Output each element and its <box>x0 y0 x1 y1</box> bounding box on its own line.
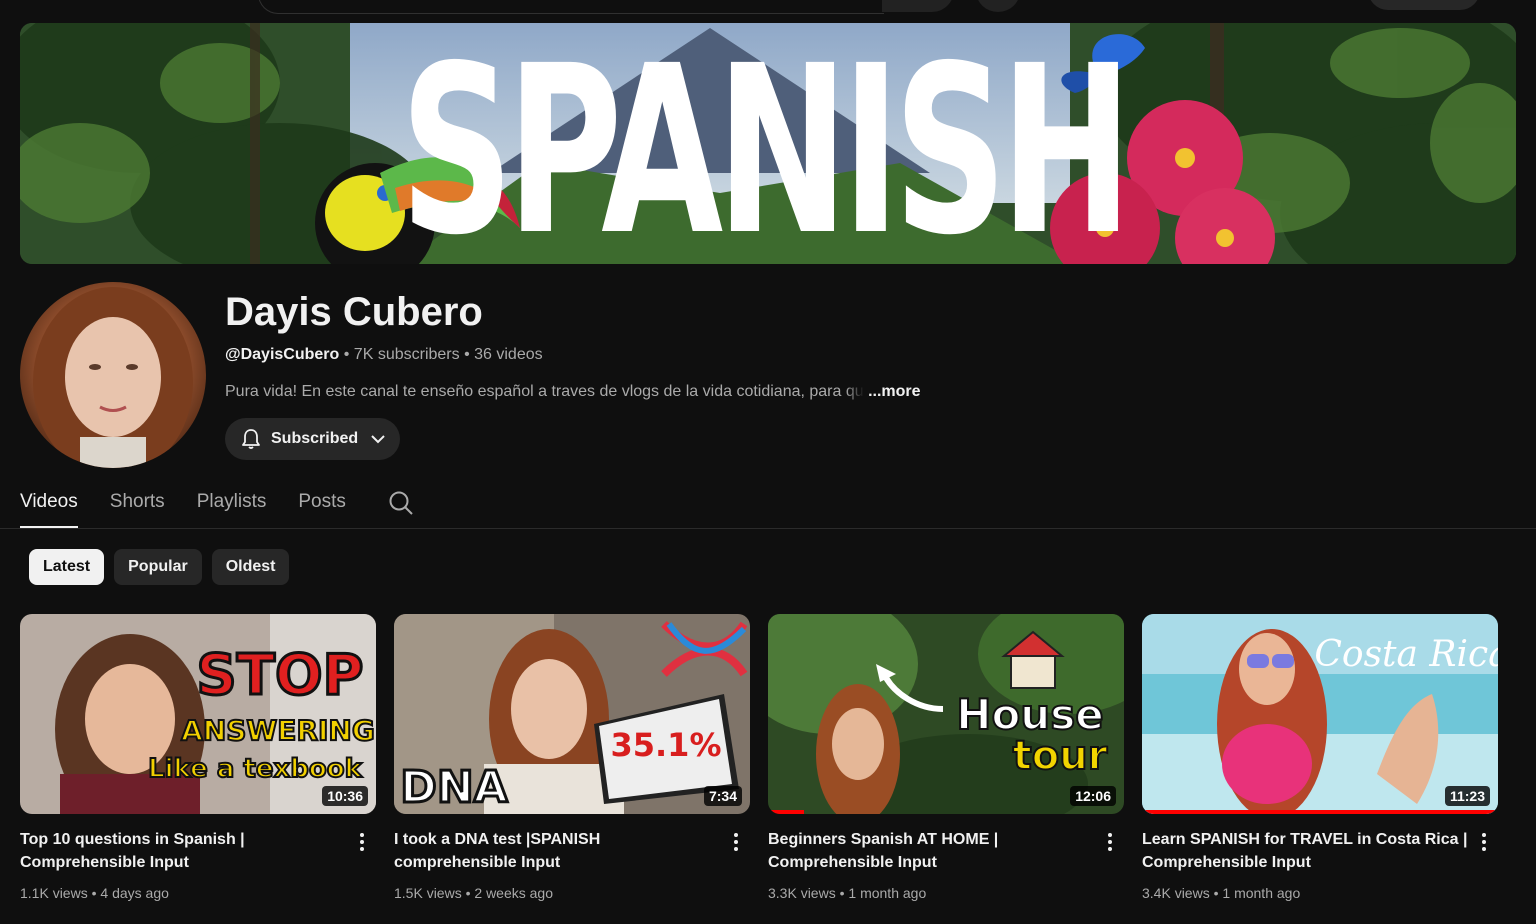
video-duration: 12:06 <box>1070 786 1116 806</box>
video-duration: 11:23 <box>1444 786 1490 806</box>
video-views: 3.4K views <box>1142 885 1210 901</box>
video-thumbnail[interactable]: House tour 12:06 <box>768 614 1124 814</box>
thumb-text-2: 35.1% <box>610 726 721 764</box>
video-count: 36 videos <box>474 346 543 363</box>
video-thumbnail[interactable]: 35.1% DNA 7:34 <box>394 614 750 814</box>
video-age: 1 month ago <box>848 885 927 901</box>
thumbnail-image: Costa Rica <box>1142 614 1498 814</box>
video-views: 3.3K views <box>768 885 836 901</box>
subscribed-label: Subscribed <box>271 430 359 447</box>
thumb-text-1: House <box>956 690 1103 739</box>
thumb-text-1: STOP <box>196 643 363 708</box>
video-stats: 1.5K views • 2 weeks ago <box>394 885 553 901</box>
description-fade: qu <box>845 383 864 400</box>
video-card[interactable]: House tour 12:06 Beginners Spanish AT HO… <box>768 614 1124 901</box>
thumb-text-2: ANSWERING <box>181 714 375 747</box>
thumb-text-3: Like a texbook <box>148 754 363 784</box>
tab-posts[interactable]: Posts <box>298 482 346 522</box>
video-thumbnail[interactable]: Costa Rica 11:23 <box>1142 614 1498 814</box>
create-button[interactable] <box>1368 0 1480 10</box>
thumbnail-image: STOP ANSWERING Like a texbook <box>20 614 376 814</box>
more-link[interactable]: ...more <box>868 383 920 400</box>
chip-latest[interactable]: Latest <box>29 549 105 585</box>
chip-popular[interactable]: Popular <box>114 549 202 585</box>
thumb-text-2: tour <box>1013 733 1108 779</box>
thumb-text-1: DNA <box>400 762 507 813</box>
video-title[interactable]: I took a DNA test |SPANISH comprehensibl… <box>394 828 724 874</box>
video-views: 1.1K views <box>20 885 88 901</box>
thumbnail-image: House tour <box>768 614 1124 814</box>
more-actions-icon[interactable] <box>352 832 372 852</box>
tab-playlists[interactable]: Playlists <box>197 482 267 522</box>
video-age: 2 weeks ago <box>474 885 553 901</box>
video-stats: 3.3K views • 1 month ago <box>768 885 927 901</box>
video-title[interactable]: Learn SPANISH for TRAVEL in Costa Rica |… <box>1142 828 1472 874</box>
video-duration: 10:36 <box>322 786 368 806</box>
video-stats: 3.4K views • 1 month ago <box>1142 885 1301 901</box>
bell-icon <box>242 429 260 449</box>
meta-separator: • <box>459 346 475 363</box>
tabs-divider <box>0 528 1536 529</box>
channel-meta: @DayisCubero • 7K subscribers • 36 video… <box>225 345 543 365</box>
sort-chips: Latest Popular Oldest <box>29 549 299 585</box>
avatar-image <box>33 287 193 468</box>
channel-description[interactable]: Pura vida! En este canal te enseño españ… <box>225 382 925 402</box>
video-age: 4 days ago <box>100 885 169 901</box>
video-views: 1.5K views <box>394 885 462 901</box>
video-stats: 1.1K views • 4 days ago <box>20 885 169 901</box>
tab-videos[interactable]: Videos <box>20 482 78 529</box>
chip-oldest[interactable]: Oldest <box>211 549 290 585</box>
video-title[interactable]: Beginners Spanish AT HOME | Comprehensib… <box>768 828 1098 874</box>
watch-progress-bar <box>1142 810 1498 814</box>
channel-name: Dayis Cubero <box>225 290 483 334</box>
subscriber-count: 7K subscribers <box>353 346 460 363</box>
search-icon[interactable] <box>388 490 414 516</box>
meta-separator: • <box>339 346 354 363</box>
video-age: 1 month ago <box>1222 885 1301 901</box>
more-actions-icon[interactable] <box>726 832 746 852</box>
video-card[interactable]: 35.1% DNA 7:34 I took a DNA test |SPANIS… <box>394 614 750 901</box>
channel-avatar[interactable] <box>20 282 206 468</box>
thumb-text-1: Costa Rica <box>1314 634 1498 675</box>
watch-progress-bar <box>768 810 804 814</box>
chevron-down-icon <box>371 435 385 444</box>
more-actions-icon[interactable] <box>1474 832 1494 852</box>
banner-title: SPANISH <box>400 23 1132 264</box>
channel-handle[interactable]: @DayisCubero <box>225 346 339 363</box>
thumbnail-image: 35.1% DNA <box>394 614 750 814</box>
video-duration: 7:34 <box>703 786 742 806</box>
subscribed-button[interactable]: Subscribed <box>225 418 400 460</box>
channel-tabs: Videos Shorts Playlists Posts <box>20 482 414 529</box>
video-thumbnail[interactable]: STOP ANSWERING Like a texbook 10:36 <box>20 614 376 814</box>
video-card[interactable]: STOP ANSWERING Like a texbook 10:36 Top … <box>20 614 376 901</box>
more-actions-icon[interactable] <box>1100 832 1120 852</box>
description-text: Pura vida! En este canal te enseño españ… <box>225 383 846 400</box>
channel-banner: SPANISH <box>20 23 1516 264</box>
search-input[interactable] <box>258 0 884 14</box>
video-card[interactable]: Costa Rica 11:23 Learn SPANISH for TRAVE… <box>1142 614 1498 901</box>
video-title[interactable]: Top 10 questions in Spanish | Comprehens… <box>20 828 350 874</box>
tab-shorts[interactable]: Shorts <box>110 482 165 522</box>
